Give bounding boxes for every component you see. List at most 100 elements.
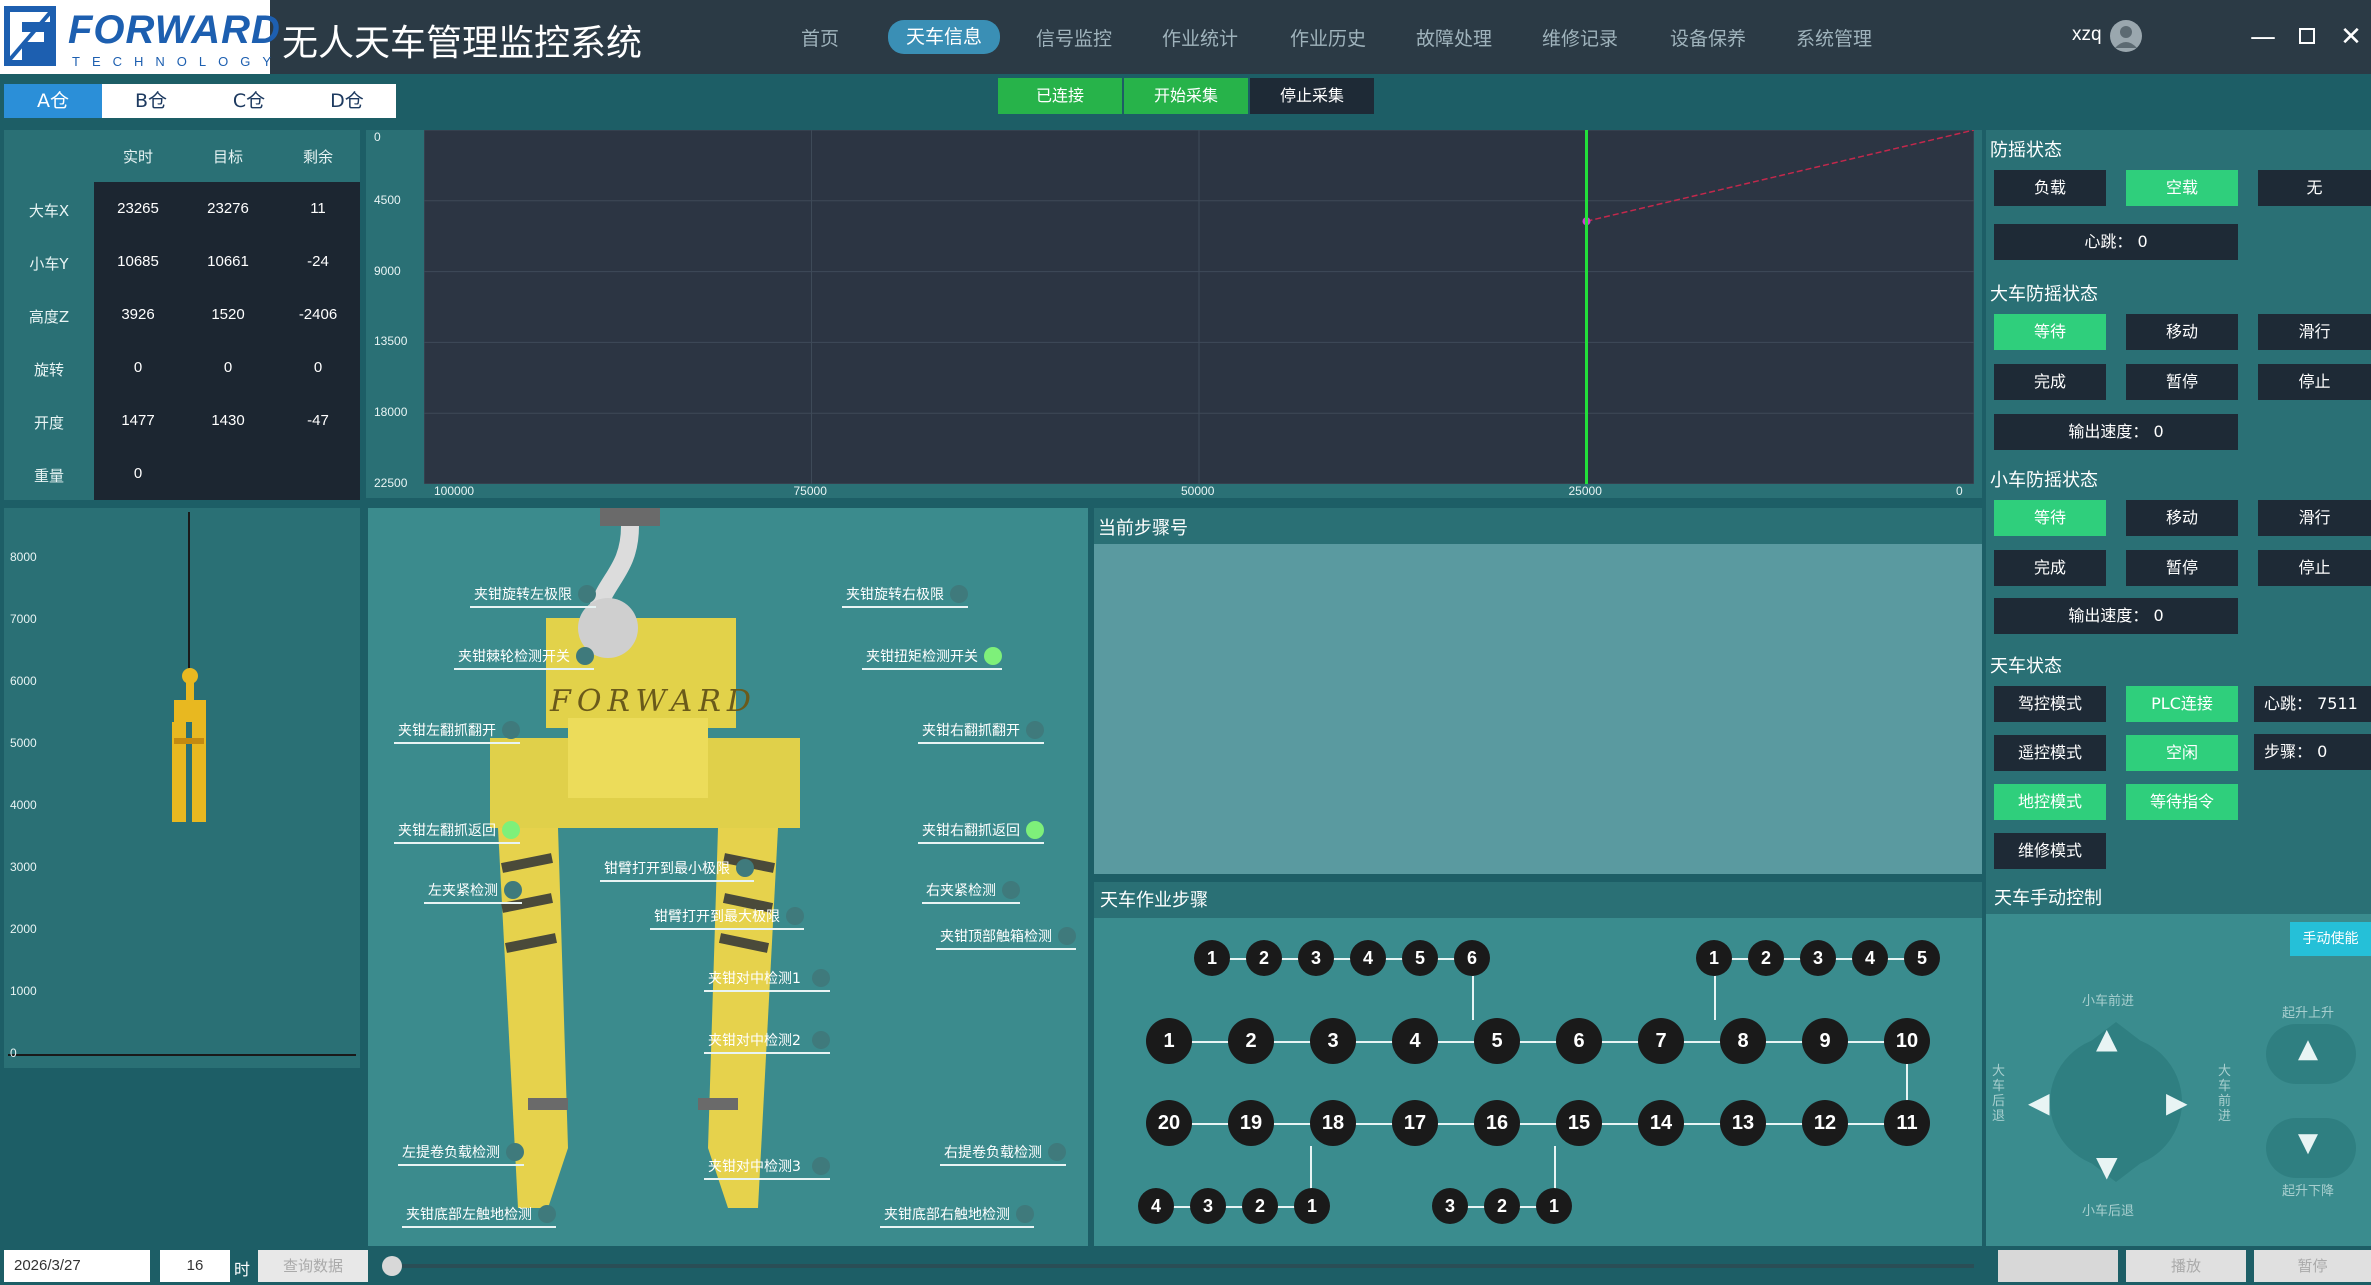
bridge-backward-icon[interactable]: ◀	[2028, 1086, 2050, 1119]
flow-node[interactable]: 3	[1190, 1188, 1226, 1224]
flow-node[interactable]: 4	[1392, 1018, 1438, 1064]
flow-node[interactable]: 5	[1474, 1018, 1520, 1064]
nav-fault-handling[interactable]: 故障处理	[1414, 24, 1494, 54]
cell-weight-realtime: 0	[133, 465, 143, 482]
flow-node[interactable]: 1	[1294, 1188, 1330, 1224]
row-label-z: 高度Z	[28, 308, 70, 326]
flow-node[interactable]: 20	[1146, 1100, 1192, 1146]
flow-node[interactable]: 14	[1638, 1100, 1684, 1146]
row-label-weight: 重量	[33, 467, 64, 485]
current-step-title: 当前步骤号	[1098, 518, 1188, 539]
sensor-inactive-indicator	[950, 585, 968, 603]
nav-system-admin[interactable]: 系统管理	[1794, 24, 1874, 54]
crane-status-title: 天车状态	[1990, 656, 2062, 677]
flow-node[interactable]: 1	[1146, 1018, 1192, 1064]
flow-node[interactable]: 16	[1474, 1100, 1520, 1146]
flow-node[interactable]: 9	[1802, 1018, 1848, 1064]
maximize-icon[interactable]	[2292, 22, 2322, 52]
nav-signal-monitor[interactable]: 信号监控	[1034, 24, 1114, 54]
nav-job-stats[interactable]: 作业统计	[1160, 24, 1240, 54]
trolley-backward-icon[interactable]: ▼	[2096, 1150, 2118, 1183]
playback-slider-track[interactable]	[384, 1264, 1974, 1268]
flow-connector	[1156, 1206, 1312, 1208]
nav-maintenance[interactable]: 设备保养	[1668, 24, 1748, 54]
flow-node[interactable]: 2	[1748, 940, 1784, 976]
manual-control-title: 天车手动控制	[1994, 888, 2102, 909]
flow-node[interactable]: 1	[1696, 940, 1732, 976]
flow-node[interactable]: 4	[1852, 940, 1888, 976]
logo-mark-icon	[4, 6, 56, 66]
nav-home[interactable]: 首页	[798, 24, 842, 54]
big-car-output-speed: 输出速度： 0	[1994, 414, 2238, 450]
flow-node[interactable]: 11	[1884, 1100, 1930, 1146]
flow-node[interactable]: 7	[1638, 1018, 1684, 1064]
flow-node[interactable]: 4	[1138, 1188, 1174, 1224]
flow-node[interactable]: 13	[1720, 1100, 1766, 1146]
flow-node[interactable]: 6	[1454, 940, 1490, 976]
flow-node[interactable]: 3	[1800, 940, 1836, 976]
flow-node[interactable]: 17	[1392, 1100, 1438, 1146]
hour-input[interactable]: 16	[160, 1250, 230, 1282]
minimize-icon[interactable]: —	[2248, 22, 2278, 52]
nav-crane-info[interactable]: 天车信息	[888, 20, 1001, 54]
flow-node[interactable]: 12	[1802, 1100, 1848, 1146]
bridge-backward-label: 大车后退	[1992, 1064, 2006, 1124]
flow-node[interactable]: 2	[1484, 1188, 1520, 1224]
trolley-forward-icon[interactable]: ▲	[2096, 1022, 2118, 1055]
flow-node[interactable]: 3	[1310, 1018, 1356, 1064]
playback-slider-handle[interactable]	[382, 1256, 402, 1276]
flow-connector	[1554, 1146, 1556, 1190]
flow-node[interactable]: 4	[1350, 940, 1386, 976]
flow-node[interactable]: 19	[1228, 1100, 1274, 1146]
tab-warehouse-d[interactable]: D仓	[298, 84, 396, 118]
gripper-sensor-label: 右提卷负载检测	[944, 1145, 1042, 1161]
cell-y-remaining: -24	[307, 253, 329, 270]
gripper-sensor-label: 右夹紧检测	[926, 883, 996, 899]
flow-node[interactable]: 3	[1432, 1188, 1468, 1224]
flow-node[interactable]: 2	[1228, 1018, 1274, 1064]
cell-x-realtime: 23265	[117, 200, 159, 217]
flow-node[interactable]: 3	[1298, 940, 1334, 976]
pause-button[interactable]: 暂停	[2254, 1250, 2371, 1282]
big-car-sway-status: 完成	[1994, 364, 2106, 400]
trolley-forward-label: 小车前进	[2082, 994, 2135, 1009]
query-data-button[interactable]: 查询数据	[258, 1250, 368, 1282]
flow-node[interactable]: 2	[1242, 1188, 1278, 1224]
gripper-mini-icon	[164, 668, 214, 843]
connected-status: 已连接	[998, 78, 1122, 114]
flow-node[interactable]: 5	[1402, 940, 1438, 976]
gripper-sensor-label: 夹钳扭矩检测开关	[866, 649, 978, 665]
hoist-cable	[188, 512, 190, 672]
nav-job-history[interactable]: 作业历史	[1288, 24, 1368, 54]
lift-down-icon: ▼	[2298, 1128, 2318, 1158]
height-tick: 3000	[10, 860, 37, 874]
stop-collect-button[interactable]: 停止采集	[1250, 78, 1374, 114]
play-button[interactable]: 播放	[2126, 1250, 2246, 1282]
sensor-label-underline	[862, 668, 1002, 670]
bridge-forward-icon[interactable]: ▶	[2166, 1086, 2188, 1119]
flow-node[interactable]: 2	[1246, 940, 1282, 976]
manual-enable-button[interactable]: 手动使能	[2290, 922, 2371, 956]
date-input[interactable]: 2026/3/27	[4, 1250, 150, 1282]
logo-subtext: TECHNOLOGY	[72, 54, 284, 69]
tab-warehouse-c[interactable]: C仓	[200, 84, 298, 118]
flow-node[interactable]: 6	[1556, 1018, 1602, 1064]
height-tick: 1000	[10, 984, 37, 998]
nav-repair-records[interactable]: 维修记录	[1540, 24, 1620, 54]
flow-node[interactable]: 15	[1556, 1100, 1602, 1146]
avatar-icon[interactable]	[2110, 20, 2142, 52]
flow-node[interactable]: 8	[1720, 1018, 1766, 1064]
blank-button[interactable]	[1998, 1250, 2118, 1282]
tab-warehouse-b[interactable]: B仓	[102, 84, 200, 118]
user-name[interactable]: xzq	[2072, 24, 2102, 46]
flow-node[interactable]: 5	[1904, 940, 1940, 976]
height-tick: 5000	[10, 736, 37, 750]
flow-node[interactable]: 10	[1884, 1018, 1930, 1064]
flow-node[interactable]: 1	[1194, 940, 1230, 976]
sensor-inactive-indicator	[578, 585, 596, 603]
start-collect-button[interactable]: 开始采集	[1124, 78, 1248, 114]
flow-node[interactable]: 18	[1310, 1100, 1356, 1146]
tab-warehouse-a[interactable]: A仓	[4, 84, 102, 118]
flow-node[interactable]: 1	[1536, 1188, 1572, 1224]
close-icon[interactable]: ✕	[2336, 22, 2366, 52]
